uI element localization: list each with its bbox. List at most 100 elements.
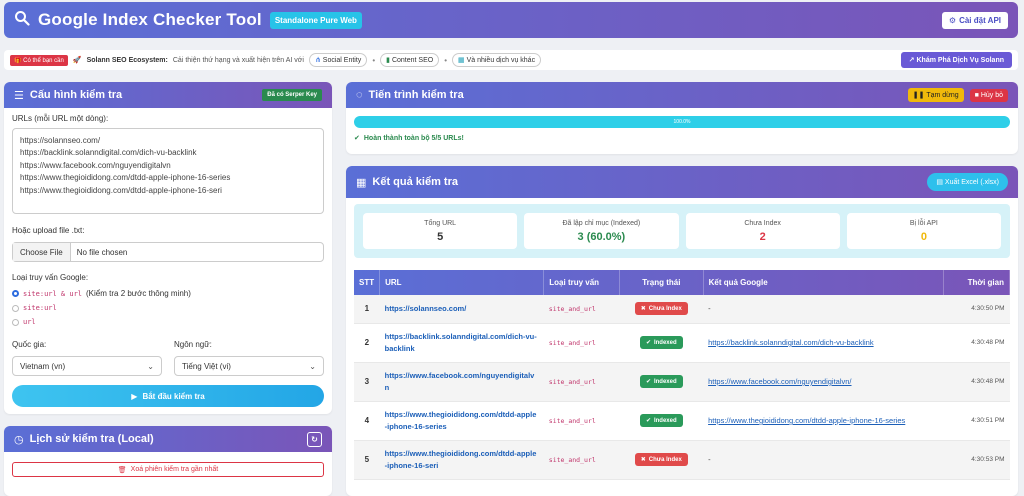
history-icon: ◷ (14, 433, 24, 446)
api-settings-button[interactable]: ⚙ Cài đặt API (941, 11, 1008, 29)
file-upload-input[interactable]: Choose File No file chosen (12, 242, 324, 262)
trash-icon: 🗑 (117, 466, 127, 474)
column-header: Trạng thái (619, 270, 704, 295)
clear-label: Xoá phiên kiểm tra gần nhất (130, 466, 219, 473)
url-link[interactable]: https://www.facebook.com/nguyendigitalvn (385, 370, 539, 394)
pill-social-entity[interactable]: ⋔ Social Entity (308, 53, 368, 67)
history-panel: ◷ Lịch sử kiểm tra (Local) ↻ 🗑 Xoá phiên … (4, 426, 332, 496)
url-link[interactable]: https://www.thegioididong.com/dtdd-apple… (385, 409, 539, 433)
progress-percent: 100.0% (673, 119, 691, 125)
stat-card: Chưa Index 2 (685, 213, 840, 249)
document-icon: ▮ (386, 57, 390, 64)
ecosystem-bar: 🎁 Có thể bạn cần 🚀 Solann SEO Ecosystem:… (4, 50, 1018, 70)
pill-content-seo[interactable]: ▮ Content SEO (380, 53, 440, 67)
urls-label: URLs (mỗi URL một dòng): (12, 114, 109, 123)
table-row: 3 https://www.facebook.com/nguyendigitalv… (354, 362, 1010, 402)
table-header-row: STT URL Loại truy vấn Trạng thái Kết quả Goo… (354, 270, 1010, 295)
choose-file-button[interactable]: Choose File (13, 243, 71, 261)
status-label: Indexed (653, 417, 677, 424)
share-icon: ⋔ (314, 57, 321, 64)
urls-textarea[interactable]: https://solannseo.com/ https://backlink.… (12, 128, 324, 214)
config-panel: ☰ Cấu hình kiểm tra Đã có Serper Key URL… (4, 82, 332, 414)
query-type-label: Loại truy vấn Google: (12, 273, 89, 282)
pill-more-services[interactable]: ▦ Và nhiều dịch vụ khác (452, 53, 542, 67)
google-result[interactable]: https://www.facebook.com/nguyendigitalvn… (708, 377, 851, 386)
radio-site-and-url[interactable]: site:url & url (Kiểm tra 2 bước thông min… (12, 289, 191, 298)
time-cell: 4:30:48 PM (943, 323, 1010, 363)
stat-value: 5 (437, 230, 444, 243)
radio-site-url[interactable]: site:url (12, 304, 57, 312)
progress-header: ◌ Tiến trình kiểm tra ❚❚ Tạm dừng ■ Hủy … (346, 82, 1018, 108)
query-code: site:url & url (23, 289, 83, 298)
progress-fill: 100.0% (354, 116, 1010, 128)
pill-label: Social Entity (322, 57, 362, 64)
url-cell: https://backlink.solanndigital.com/dich-… (379, 323, 544, 363)
stat-card: Bị lỗi API 0 (846, 213, 1001, 249)
stats-row: Tổng URL 5 Đã lập chỉ mục (Indexed) 3 (60.0… (354, 204, 1010, 258)
ecosystem-brand: Solann SEO Ecosystem: (86, 56, 168, 64)
table-body: 1 https://solannseo.com/site_and_url ✖ Chưa… (354, 295, 1010, 480)
refresh-icon: ↻ (311, 434, 318, 444)
export-excel-button[interactable]: ▤ Xuất Excel (.xlsx) (927, 173, 1008, 191)
url-cell: https://www.thegioididong.com/dtdd-apple… (379, 440, 544, 480)
result-cell: - (703, 440, 944, 480)
results-panel: ▦ Kết quả kiểm tra ▤ Xuất Excel (.xlsx) … (346, 166, 1018, 496)
progress-bar: 100.0% (354, 116, 1010, 128)
radio-button[interactable] (12, 318, 19, 326)
cancel-button[interactable]: ■ Hủy bỏ (969, 88, 1008, 102)
progress-status-text: Hoàn thành toàn bộ 5/5 URLs! (363, 134, 464, 142)
country-select[interactable]: Vietnam (vn) ⌄ (12, 356, 162, 376)
url-cell: https://solannseo.com/ (379, 295, 544, 324)
export-label: Xuất Excel (.xlsx) (944, 179, 999, 186)
status-label: Chưa Index (648, 456, 682, 463)
language-label: Ngôn ngữ: (174, 340, 212, 349)
ecosystem-desc: Cải thiện thứ hạng và xuất hiện trên AI … (172, 56, 304, 64)
table-row: 1 https://solannseo.com/site_and_url ✖ Chưa… (354, 295, 1010, 324)
radio-button[interactable] (12, 304, 19, 312)
query-type: site_and_url (548, 378, 596, 386)
url-link[interactable]: https://solannseo.com/ (385, 303, 539, 315)
stat-card: Đã lập chỉ mục (Indexed) 3 (60.0%) (524, 213, 679, 249)
status-badge: ✔ Indexed (639, 336, 683, 349)
chevron-down-icon: ⌄ (147, 361, 154, 371)
pause-button[interactable]: ❚❚ Tạm dừng (907, 88, 964, 102)
start-check-button[interactable]: ▶ Bắt đầu kiểm tra (12, 385, 324, 407)
progress-panel: ◌ Tiến trình kiểm tra ❚❚ Tạm dừng ■ Hủy … (346, 82, 1018, 154)
column-header: Loại truy vấn (543, 270, 621, 295)
stat-card: Tổng URL 5 (363, 213, 518, 249)
config-header: ☰ Cấu hình kiểm tra Đã có Serper Key (4, 82, 332, 108)
explore-services-button[interactable]: ↗ Khám Phá Dịch Vụ Solann (900, 52, 1012, 68)
x-circle-icon: ✖ (640, 457, 646, 463)
result-cell: https://www.facebook.com/nguyendigitalvn… (703, 362, 944, 402)
google-result[interactable]: https://www.thegioididong.com/dtdd-apple… (708, 416, 905, 425)
column-header: STT (354, 270, 381, 295)
google-result[interactable]: https://backlink.solanndigital.com/dich-… (708, 338, 874, 347)
query-type: site_and_url (548, 339, 596, 347)
query-type: site_and_url (548, 305, 596, 314)
time-cell: 4:30:53 PM (943, 440, 1010, 480)
table-row: 2 https://backlink.solanndigital.com/dich… (354, 323, 1010, 363)
url-cell: https://www.thegioididong.com/dtdd-apple… (379, 401, 544, 441)
radio-url[interactable]: url (12, 318, 36, 326)
url-link[interactable]: https://backlink.solanndigital.com/dich-… (385, 331, 539, 355)
radio-button[interactable] (12, 290, 19, 297)
chevron-down-icon: ⌄ (309, 361, 316, 371)
result-cell: - (703, 295, 944, 324)
table-icon: ▦ (356, 176, 367, 189)
query-type: site_and_url (548, 417, 596, 425)
row-index: 2 (354, 323, 380, 363)
config-title: Cấu hình kiểm tra (29, 89, 123, 101)
stat-value: 0 (920, 230, 927, 243)
refresh-button[interactable]: ↻ (307, 431, 322, 447)
separator-dot: • (444, 55, 447, 65)
column-header: Thời gian (943, 270, 1010, 295)
play-icon: ▶ (131, 391, 138, 401)
url-link[interactable]: https://www.thegioididong.com/dtdd-apple… (385, 448, 539, 472)
clear-session-button[interactable]: 🗑 Xoá phiên kiểm tra gần nhất (12, 462, 324, 477)
stat-label: Tổng URL (424, 219, 457, 227)
language-select[interactable]: Tiếng Việt (vi) ⌄ (174, 356, 324, 376)
stat-label: Bị lỗi API (909, 219, 938, 227)
api-settings-label: Cài đặt API (959, 15, 1001, 25)
status-label: Chưa Index (648, 305, 682, 312)
explore-label: Khám Phá Dịch Vụ Solann (916, 57, 1004, 64)
